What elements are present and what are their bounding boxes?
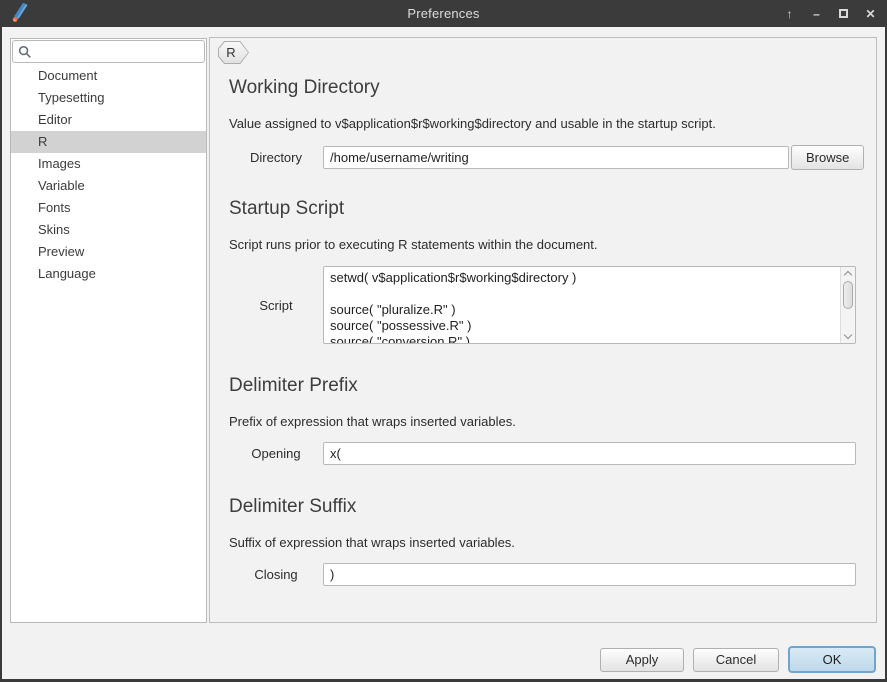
section-title-startup-script: Startup Script [229, 197, 876, 220]
minimize-icon[interactable]: – [808, 0, 825, 27]
titlebar[interactable]: Preferences ↑ – ✕ [0, 0, 887, 27]
sidebar-item-language[interactable]: Language [11, 263, 206, 285]
search-input[interactable] [35, 41, 202, 62]
section-description: Suffix of expression that wraps inserted… [229, 535, 876, 551]
sidebar-item-variable[interactable]: Variable [11, 175, 206, 197]
dialog-body: Document Typesetting Editor R Images Var… [2, 27, 885, 679]
script-label: Script [229, 298, 323, 313]
scroll-down-icon[interactable] [844, 331, 852, 339]
section-description: Prefix of expression that wraps inserted… [229, 414, 876, 430]
script-scrollbar[interactable] [840, 267, 855, 343]
apply-button[interactable]: Apply [600, 648, 684, 672]
sidebar-item-r[interactable]: R [11, 131, 206, 153]
sidebar-item-images[interactable]: Images [11, 153, 206, 175]
window-title: Preferences [0, 6, 887, 21]
category-list: Document Typesetting Editor R Images Var… [11, 65, 206, 285]
section-title-working-directory: Working Directory [229, 76, 876, 99]
closing-row: Closing [210, 563, 876, 586]
sidebar-item-preview[interactable]: Preview [11, 241, 206, 263]
window-controls: ↑ – ✕ [781, 0, 879, 27]
section-description: Script runs prior to executing R stateme… [229, 237, 876, 253]
breadcrumb-label: R [219, 42, 248, 63]
directory-row: Directory Browse [210, 145, 876, 170]
directory-label: Directory [229, 150, 323, 165]
shade-window-icon[interactable]: ↑ [781, 0, 798, 27]
close-icon[interactable]: ✕ [862, 0, 879, 27]
preferences-window: Preferences ↑ – ✕ Document Typesetting E… [0, 0, 887, 682]
section-title-delimiter-prefix: Delimiter Prefix [229, 374, 876, 397]
ok-button[interactable]: OK [788, 646, 876, 673]
browse-button[interactable]: Browse [791, 145, 864, 170]
script-editor: setwd( v$application$r$working$directory… [323, 266, 856, 344]
script-textarea[interactable]: setwd( v$application$r$working$directory… [324, 267, 841, 343]
closing-label: Closing [229, 567, 323, 582]
search-icon [18, 45, 32, 59]
opening-delimiter-input[interactable] [323, 442, 856, 465]
scroll-up-icon[interactable] [844, 271, 852, 279]
sidebar-item-skins[interactable]: Skins [11, 219, 206, 241]
sidebar-item-typesetting[interactable]: Typesetting [11, 87, 206, 109]
sidebar-item-editor[interactable]: Editor [11, 109, 206, 131]
cancel-button[interactable]: Cancel [693, 648, 779, 672]
section-description: Value assigned to v$application$r$workin… [229, 116, 876, 132]
script-row: Script setwd( v$application$r$working$di… [210, 266, 876, 344]
section-title-delimiter-suffix: Delimiter Suffix [229, 495, 876, 518]
scrollbar-thumb[interactable] [843, 281, 853, 309]
sidebar-search-box[interactable] [12, 40, 205, 63]
preferences-sidebar: Document Typesetting Editor R Images Var… [10, 38, 207, 623]
breadcrumb[interactable]: R [218, 41, 249, 64]
dialog-footer: Apply Cancel OK [600, 646, 876, 673]
opening-row: Opening [210, 442, 876, 465]
settings-panel: R Working Directory Value assigned to v$… [209, 37, 877, 623]
maximize-icon[interactable] [835, 0, 852, 27]
closing-delimiter-input[interactable] [323, 563, 856, 586]
directory-input[interactable] [323, 146, 789, 169]
opening-label: Opening [229, 446, 323, 461]
sidebar-item-document[interactable]: Document [11, 65, 206, 87]
sidebar-item-fonts[interactable]: Fonts [11, 197, 206, 219]
